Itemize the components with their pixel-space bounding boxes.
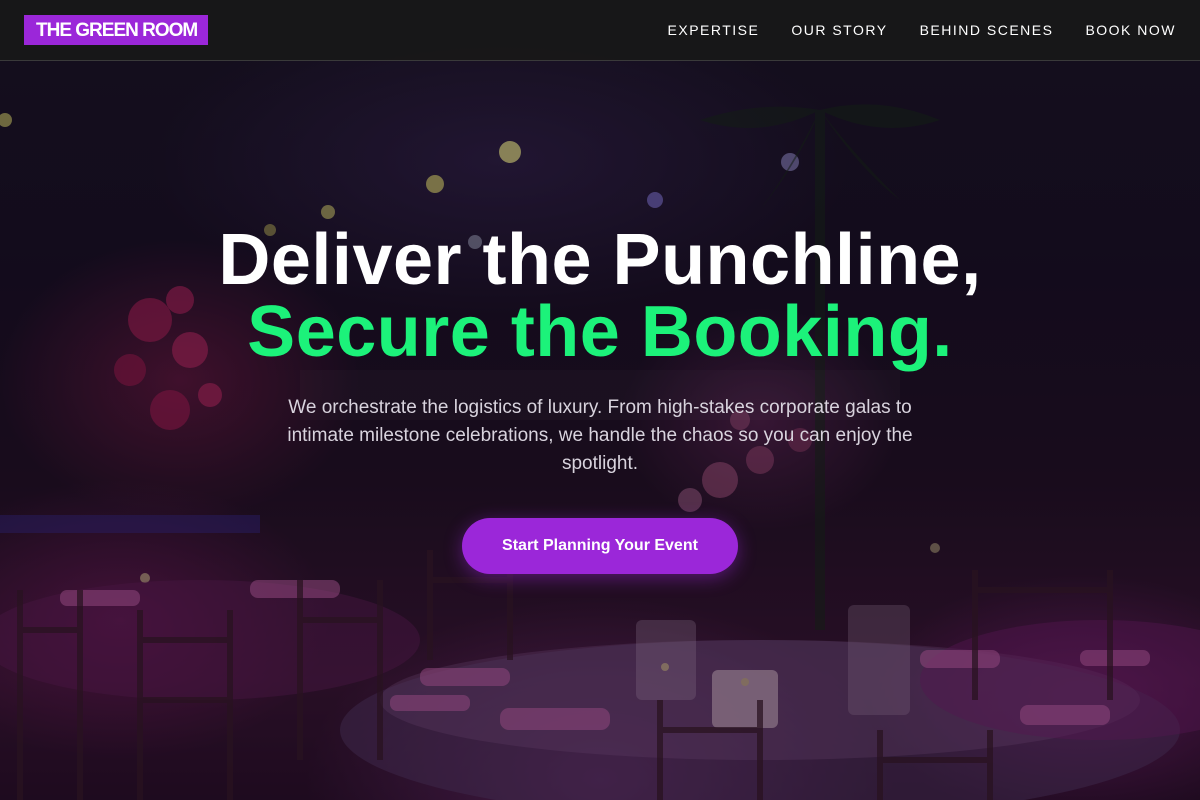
- headline-line-2-highlight: Secure the Booking.: [247, 292, 953, 372]
- nav-link-our-story[interactable]: OUR STORY: [791, 20, 887, 40]
- site-header: THE GREEN ROOM EXPERTISE OUR STORY BEHIN…: [0, 0, 1200, 61]
- nav-link-behind-scenes[interactable]: BEHIND SCENES: [920, 20, 1054, 40]
- hero-section: Deliver the Punchline, Secure the Bookin…: [0, 61, 1200, 800]
- nav-link-expertise[interactable]: EXPERTISE: [668, 20, 760, 40]
- headline-line-1: Deliver the Punchline,: [218, 220, 982, 300]
- hero-subtitle: We orchestrate the logistics of luxury. …: [287, 397, 913, 474]
- main-nav: EXPERTISE OUR STORY BEHIND SCENES BOOK N…: [668, 20, 1176, 40]
- nav-link-book-now[interactable]: BOOK NOW: [1085, 20, 1176, 40]
- hero-headline: Deliver the Punchline, Secure the Bookin…: [0, 224, 1200, 368]
- start-planning-button[interactable]: Start Planning Your Event: [462, 518, 738, 574]
- brand-logo[interactable]: THE GREEN ROOM: [24, 15, 209, 45]
